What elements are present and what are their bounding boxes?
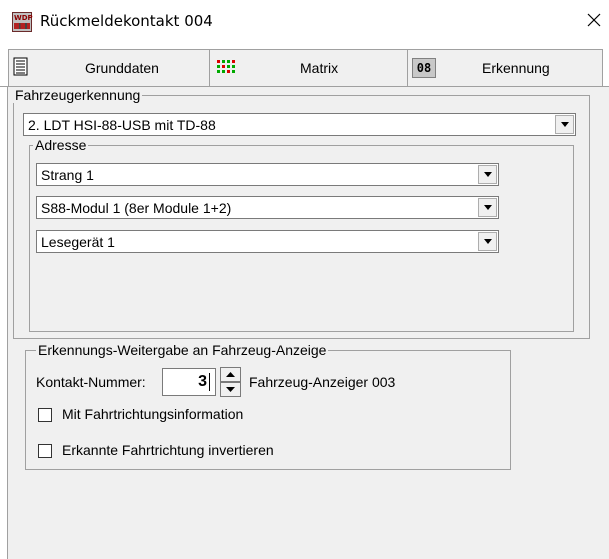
fahrzeugerkennung-dropdown-button[interactable] xyxy=(555,115,574,134)
close-icon xyxy=(587,13,601,27)
adresse-legend: Adresse xyxy=(33,137,89,153)
invertieren-checkbox[interactable] xyxy=(38,444,52,458)
fahrzeugerkennung-value: 2. LDT HSI-88-USB mit TD-88 xyxy=(28,117,216,133)
strang-select[interactable]: Strang 1 xyxy=(36,163,499,186)
tab-matrix-label: Matrix xyxy=(300,60,339,76)
fahrtrichtung-checkbox[interactable] xyxy=(38,408,52,422)
number-badge-icon: 08 xyxy=(412,58,436,78)
chevron-down-icon xyxy=(484,205,492,210)
chevron-down-icon xyxy=(484,239,492,244)
stepper-up-button[interactable] xyxy=(220,367,241,382)
tab-erkennung-label: Erkennung xyxy=(482,60,550,76)
app-icon: WDP xyxy=(12,12,33,32)
app-icon-text: WDP xyxy=(14,14,33,22)
tab-bar: Grunddaten Matrix 08 Erkennung xyxy=(0,49,609,87)
tab-grunddaten-label: Grunddaten xyxy=(85,60,159,76)
fahrzeugerkennung-select[interactable]: 2. LDT HSI-88-USB mit TD-88 xyxy=(23,113,576,136)
tab-grunddaten[interactable]: Grunddaten xyxy=(8,49,210,87)
strang-value: Strang 1 xyxy=(41,167,94,183)
modul-value: S88-Modul 1 (8er Module 1+2) xyxy=(41,200,232,216)
lesegeraet-dropdown-button[interactable] xyxy=(478,232,497,251)
stepper-down-button[interactable] xyxy=(220,382,241,397)
fahrzeug-anzeiger-label: Fahrzeug-Anzeiger 003 xyxy=(249,374,396,390)
window-title: Rückmeldekontakt 004 xyxy=(40,12,213,30)
tab-matrix[interactable]: Matrix xyxy=(209,49,408,87)
weitergabe-legend: Erkennungs-Weitergabe an Fahrzeug-Anzeig… xyxy=(36,342,329,358)
text-caret xyxy=(209,373,210,391)
modul-dropdown-button[interactable] xyxy=(478,198,497,217)
chevron-down-icon xyxy=(226,387,235,392)
lesegeraet-value: Lesegerät 1 xyxy=(41,234,115,250)
kontakt-nummer-stepper[interactable] xyxy=(220,367,241,397)
modul-select[interactable]: S88-Modul 1 (8er Module 1+2) xyxy=(36,196,499,219)
chevron-down-icon xyxy=(484,172,492,177)
lesegeraet-select[interactable]: Lesegerät 1 xyxy=(36,230,499,253)
kontakt-nummer-input[interactable]: 3 xyxy=(162,368,216,396)
close-button[interactable] xyxy=(582,8,606,32)
matrix-grid-icon xyxy=(217,60,235,73)
chevron-down-icon xyxy=(561,122,569,127)
invertieren-label: Erkannte Fahrtrichtung invertieren xyxy=(62,442,274,458)
fahrtrichtung-label: Mit Fahrtrichtungsinformation xyxy=(62,406,244,422)
kontakt-nummer-label: Kontakt-Nummer: xyxy=(36,374,146,390)
kontakt-nummer-value: 3 xyxy=(198,373,207,390)
tab-erkennung[interactable]: 08 Erkennung xyxy=(407,49,603,87)
fahrzeugerkennung-legend: Fahrzeugerkennung xyxy=(13,87,143,103)
strang-dropdown-button[interactable] xyxy=(478,165,497,184)
document-icon xyxy=(13,57,28,76)
title-bar: WDP Rückmeldekontakt 004 xyxy=(0,0,609,42)
chevron-up-icon xyxy=(226,372,235,377)
